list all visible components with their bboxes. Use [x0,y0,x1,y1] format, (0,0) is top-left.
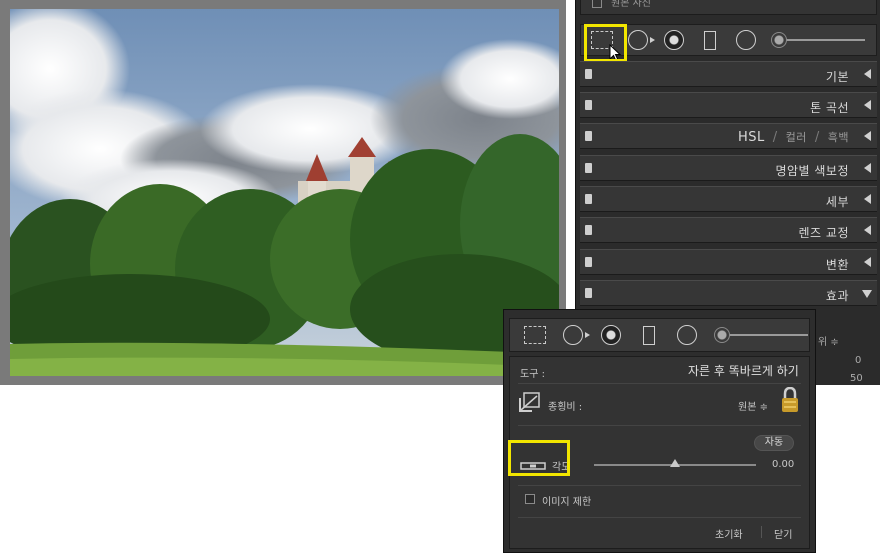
graduated-filter-tool[interactable] [638,325,660,345]
effects-value: 50 [850,373,863,384]
crop-overlay-tool[interactable] [524,325,546,345]
original-photo-checkbox[interactable] [592,0,602,8]
spot-removal-icon [563,325,583,345]
castle-landscape-photo [10,9,559,376]
section-toggle-icon[interactable] [585,257,592,267]
section-label: 톤 곡선 [810,101,849,115]
section-toggle-icon[interactable] [585,131,592,141]
section-label: HSL / 컬러 / 흑백 [738,129,849,145]
section-toggle-icon[interactable] [585,69,592,79]
section-toggle-icon[interactable] [585,163,592,173]
section-lens-corrections[interactable]: 렌즈 교정 [580,217,877,243]
aspect-dropdown[interactable]: 원본 ≑ [738,398,768,413]
section-label: 변환 [825,258,849,272]
divider [518,383,801,384]
separator: / [814,130,820,145]
crop-tool-highlight [584,24,627,62]
collapsed-arrow-icon [864,100,871,110]
section-transform[interactable]: 변환 [580,249,877,275]
tool-value: 자른 후 똑바르게 하기 [688,364,799,378]
tool-label: 도구 : [520,369,545,380]
collapsed-arrow-icon [864,194,871,204]
aspect-label: 종횡비 : [548,402,583,413]
radial-filter-tool[interactable] [735,30,757,50]
angle-slider-thumb[interactable] [670,459,680,467]
auto-button[interactable]: 자동 [754,435,794,451]
constrain-image-label: 이미지 제한 [542,497,592,508]
reset-button[interactable]: 초기화 [715,526,743,541]
expanded-arrow-icon [862,290,872,298]
effects-style-dropdown[interactable]: 위 ≑ [818,333,839,348]
red-eye-tool[interactable] [600,325,622,345]
aspect-ratio-icon [519,392,540,412]
collapsed-arrow-icon [864,131,871,141]
adjustment-brush-tool[interactable] [771,30,865,50]
section-label: 효과 [825,289,849,303]
lightroom-develop-screen: 원본 사진 기본 톤 곡선 HSL / 컬러 / 흑백 명암별 색보정 세부 렌… [0,0,880,553]
red-eye-tool[interactable] [663,30,685,50]
section-label: 렌즈 교정 [798,226,849,240]
section-toggle-icon[interactable] [585,225,592,235]
lock-icon[interactable] [781,387,799,413]
spot-removal-icon [628,30,648,50]
divider [518,517,801,518]
hsl-tab[interactable]: HSL [738,130,765,145]
section-detail[interactable]: 세부 [580,186,877,212]
brush-knob-icon [771,32,787,48]
photo-preview-frame [0,0,566,385]
section-label: 명암별 색보정 [775,164,849,178]
collapsed-arrow-icon [864,257,871,267]
brush-slider-line [728,334,808,336]
graduated-filter-tool[interactable] [699,30,721,50]
graduated-filter-icon [643,325,655,345]
section-toggle-icon[interactable] [585,288,592,298]
straighten-tool-highlight [508,440,570,476]
section-basic[interactable]: 기본 [580,61,877,87]
red-eye-icon [601,325,621,345]
graduated-filter-icon [704,30,716,50]
footer-separator [761,526,762,538]
original-photo-row: 원본 사진 [580,0,877,15]
section-toggle-icon[interactable] [585,100,592,110]
section-label: 세부 [825,195,849,209]
section-tone-curve[interactable]: 톤 곡선 [580,92,877,118]
radial-filter-icon [677,325,697,345]
brush-slider-line [785,39,865,41]
radial-filter-tool[interactable] [676,325,698,345]
close-button[interactable]: 닫기 [774,526,792,541]
divider [518,485,801,486]
red-eye-icon [664,30,684,50]
bw-tab[interactable]: 흑백 [828,131,849,144]
section-effects[interactable]: 효과 [580,280,877,306]
color-tab[interactable]: 컬러 [786,131,807,144]
section-split-toning[interactable]: 명암별 색보정 [580,155,877,181]
spot-removal-tool[interactable] [627,30,655,50]
section-toggle-icon[interactable] [585,194,592,204]
section-label: 기본 [825,70,849,84]
crop-overlay-panel: 도구 : 자른 후 똑바르게 하기 종횡비 : 원본 ≑ 자동 각도 0.00 … [503,309,816,553]
collapsed-arrow-icon [864,163,871,173]
brush-knob-icon [714,327,730,343]
section-hsl-color-bw[interactable]: HSL / 컬러 / 흑백 [580,123,877,149]
radial-filter-icon [736,30,756,50]
separator: / [772,130,778,145]
original-photo-label: 원본 사진 [611,0,651,9]
photo-preview[interactable] [10,9,559,376]
tool-strip [509,318,810,352]
spot-removal-tool[interactable] [562,325,590,345]
angle-value[interactable]: 0.00 [772,459,794,470]
collapsed-arrow-icon [864,225,871,235]
effects-value: 0 [855,355,862,366]
crop-overlay-icon [524,326,546,344]
collapsed-arrow-icon [864,69,871,79]
adjustment-brush-tool[interactable] [714,325,808,345]
divider [518,425,801,426]
constrain-image-checkbox[interactable] [525,494,535,504]
